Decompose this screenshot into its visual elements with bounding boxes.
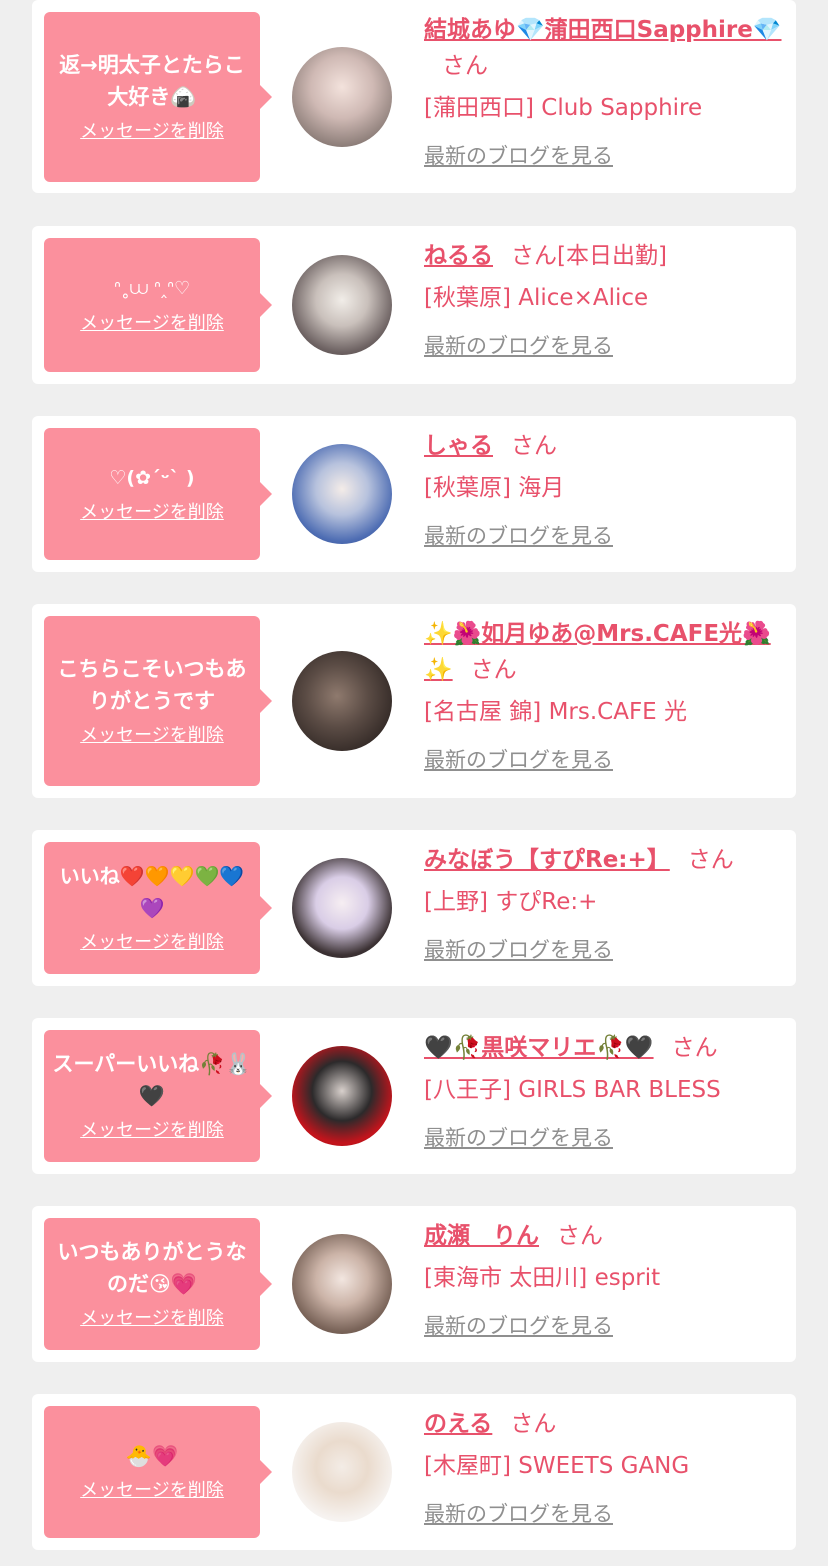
latest-blog-link[interactable]: 最新のブログを見る [424,742,786,778]
delete-message-link[interactable]: メッセージを削除 [80,500,224,526]
message-text: こちらこそいつもありがとうです [57,657,247,713]
latest-blog-link[interactable]: 最新のブログを見る [424,518,786,554]
message-bubble: いいね❤️🧡💛💚💙💜 メッセージを削除 [44,842,272,974]
avatar[interactable] [292,1422,392,1522]
status-note: [本日出勤] [557,243,667,269]
latest-blog-link[interactable]: 最新のブログを見る [424,138,786,174]
cast-name-link[interactable]: 🖤🥀黒咲マリエ🥀🖤 [424,1035,654,1061]
shop-label: [名古屋 錦] Mrs.CAFE 光 [424,699,688,725]
cast-name-link[interactable]: 成瀬 りん [424,1223,539,1249]
cast-name-link[interactable]: しゃる [424,433,493,459]
latest-blog-link[interactable]: 最新のブログを見る [424,1120,786,1156]
message-text: いいね❤️🧡💛💚💙💜 [59,864,245,920]
delete-message-link[interactable]: メッセージを削除 [80,1306,224,1332]
san-suffix: さん [557,1223,603,1249]
avatar[interactable] [292,1046,392,1146]
san-suffix: さん [511,433,557,459]
message-card: いつもありがとうなのだ😘💗 メッセージを削除 成瀬 りん さん [東海市 太田川]… [32,1206,796,1362]
message-bubble: スーパーいいね🥀🐰🖤 メッセージを削除 [44,1030,272,1162]
shop-label: [上野] すぴRe:+ [424,889,598,915]
shop-label: [木屋町] SWEETS GANG [424,1453,690,1479]
message-bubble: 🐣💗 メッセージを削除 [44,1406,272,1538]
avatar[interactable] [292,255,392,355]
shop-label: [蒲田西口] Club Sapphire [424,95,703,121]
san-suffix: さん [671,1035,718,1061]
message-bubble: ♡(✿ˊᵕˋ ) メッセージを削除 [44,428,272,560]
message-text: 🐣💗 [125,1444,179,1468]
message-text: ♡(✿ˊᵕˋ ) [109,467,195,489]
delete-message-link[interactable]: メッセージを削除 [80,1478,224,1504]
cast-info: みなぼう【すぴRe:+】 さん [上野] すぴRe:+ 最新のブログを見る [424,842,786,968]
message-text: いつもありがとうなのだ😘💗 [57,1240,247,1296]
message-text: スーパーいいね🥀🐰🖤 [52,1052,252,1108]
cast-info: ✨🌺如月ゆあ@Mrs.CAFE光🌺✨ さん [名古屋 錦] Mrs.CAFE 光 … [424,616,786,778]
cast-info: 🖤🥀黒咲マリエ🥀🖤 さん [八王子] GIRLS BAR BLESS 最新のブログ… [424,1030,786,1156]
message-bubble: ᐢ˳⩊ ᐢ‸ᐢ♡ メッセージを削除 [44,238,272,372]
shop-label: [秋葉原] Alice×Alice [424,285,649,311]
avatar[interactable] [292,651,392,751]
shop-label: [東海市 太田川] esprit [424,1265,661,1291]
cast-name-link[interactable]: みなぼう【すぴRe:+】 [424,847,670,873]
message-card: ᐢ˳⩊ ᐢ‸ᐢ♡ メッセージを削除 ねるる さん[本日出勤] [秋葉原] Alic… [32,226,796,384]
message-card: スーパーいいね🥀🐰🖤 メッセージを削除 🖤🥀黒咲マリエ🥀🖤 さん [八王子] GI… [32,1018,796,1174]
cast-name-link[interactable]: 結城あゆ💎蒲田西口Sapphire💎 [424,17,782,43]
cast-info: 成瀬 りん さん [東海市 太田川] esprit 最新のブログを見る [424,1218,786,1344]
message-text: ᐢ˳⩊ ᐢ‸ᐢ♡ [113,278,191,299]
delete-message-link[interactable]: メッセージを削除 [80,311,224,337]
shop-label: [秋葉原] 海月 [424,475,565,501]
cast-info: のえる さん [木屋町] SWEETS GANG 最新のブログを見る [424,1406,786,1532]
san-suffix: さん [511,243,557,269]
san-suffix: さん [470,657,517,683]
san-suffix: さん [510,1411,557,1437]
avatar[interactable] [292,858,392,958]
cast-name-link[interactable]: のえる [424,1411,492,1437]
latest-blog-link[interactable]: 最新のブログを見る [424,1308,786,1344]
message-bubble: こちらこそいつもありがとうです メッセージを削除 [44,616,272,786]
san-suffix: さん [687,847,734,873]
message-card: 🐣💗 メッセージを削除 のえる さん [木屋町] SWEETS GANG 最新のブ… [32,1394,796,1550]
cast-info: ねるる さん[本日出勤] [秋葉原] Alice×Alice 最新のブログを見る [424,238,786,364]
cast-info: しゃる さん [秋葉原] 海月 最新のブログを見る [424,428,786,554]
delete-message-link[interactable]: メッセージを削除 [80,1118,224,1144]
cast-name-link[interactable]: ねるる [424,243,493,269]
delete-message-link[interactable]: メッセージを削除 [80,119,224,145]
latest-blog-link[interactable]: 最新のブログを見る [424,932,786,968]
message-card: いいね❤️🧡💛💚💙💜 メッセージを削除 みなぼう【すぴRe:+】 さん [上野] … [32,830,796,986]
message-card: こちらこそいつもありがとうです メッセージを削除 ✨🌺如月ゆあ@Mrs.CAFE… [32,604,796,798]
delete-message-link[interactable]: メッセージを削除 [80,930,224,956]
latest-blog-link[interactable]: 最新のブログを見る [424,1496,786,1532]
message-bubble: 返→明太子とたらこ大好き🍙 メッセージを削除 [44,12,272,182]
latest-blog-link[interactable]: 最新のブログを見る [424,328,786,364]
delete-message-link[interactable]: メッセージを削除 [80,723,224,749]
san-suffix: さん [442,53,488,79]
avatar[interactable] [292,47,392,147]
avatar[interactable] [292,1234,392,1334]
message-text: 返→明太子とたらこ大好き🍙 [59,53,245,109]
shop-label: [八王子] GIRLS BAR BLESS [424,1077,721,1103]
avatar[interactable] [292,444,392,544]
message-card: 返→明太子とたらこ大好き🍙 メッセージを削除 結城あゆ💎蒲田西口Sapphire… [32,0,796,193]
message-card: ♡(✿ˊᵕˋ ) メッセージを削除 しゃる さん [秋葉原] 海月 最新のブログを… [32,416,796,572]
message-bubble: いつもありがとうなのだ😘💗 メッセージを削除 [44,1218,272,1350]
cast-info: 結城あゆ💎蒲田西口Sapphire💎 さん [蒲田西口] Club Sapphir… [424,12,786,174]
